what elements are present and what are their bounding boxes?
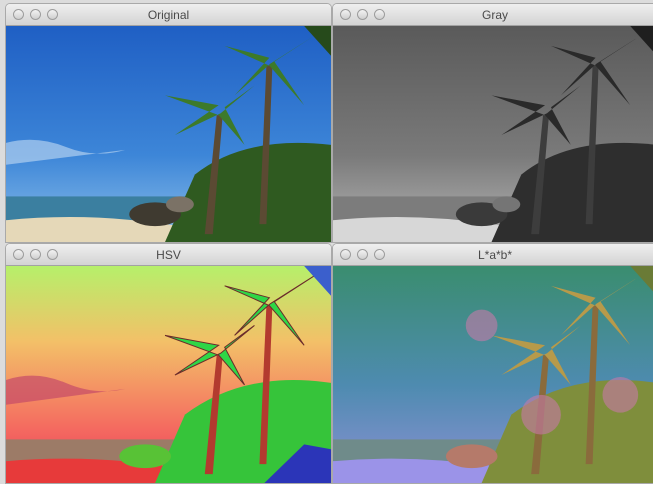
image-original xyxy=(6,26,331,242)
window-title: Gray xyxy=(481,8,508,22)
window-hsv[interactable]: HSV xyxy=(5,243,332,484)
window-title: L*a*b* xyxy=(477,248,513,262)
image-hsv xyxy=(6,266,331,483)
image-lab xyxy=(333,266,653,483)
window-title: Original xyxy=(147,8,190,22)
titlebar-lab[interactable]: L*a*b* xyxy=(333,244,653,266)
titlebar-original[interactable]: Original xyxy=(6,4,331,26)
titlebar-gray[interactable]: Gray xyxy=(333,4,653,26)
window-original[interactable]: Original xyxy=(5,3,332,243)
window-title: HSV xyxy=(156,248,181,262)
titlebar-hsv[interactable]: HSV xyxy=(6,244,331,266)
window-gray[interactable]: Gray xyxy=(332,3,653,243)
image-gray xyxy=(333,26,653,242)
window-lab[interactable]: L*a*b* xyxy=(332,243,653,484)
